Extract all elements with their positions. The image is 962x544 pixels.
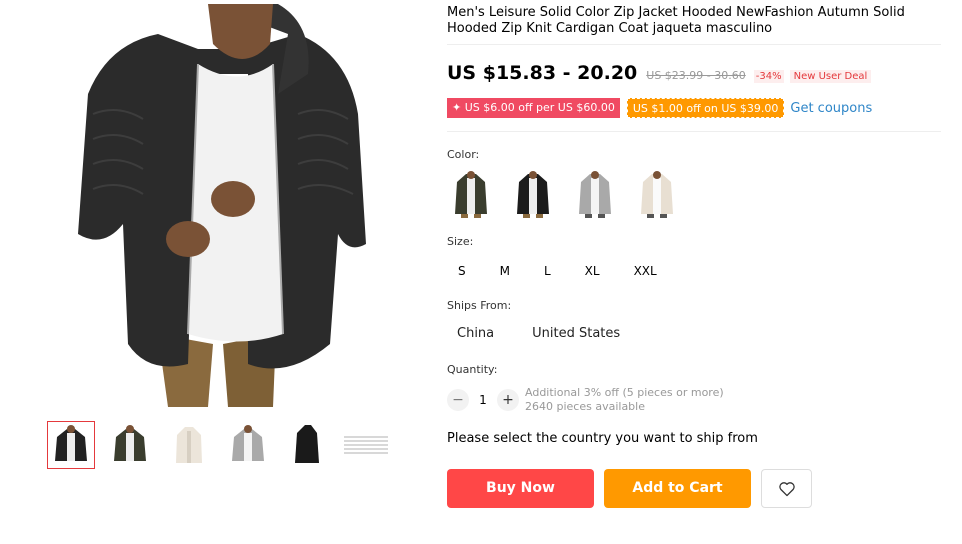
ships-from-options: China United States [447,323,648,345]
new-user-badge: New User Deal [789,70,872,83]
size-options: S M L XL XXL [447,259,680,281]
color-swatch-beige[interactable] [633,168,680,220]
get-coupons-link[interactable]: Get coupons [790,101,872,116]
original-price: US $23.99 - 30.60 [646,69,746,82]
thumbnail-size-chart[interactable] [342,421,390,469]
size-option-m[interactable]: M [489,259,521,281]
thumbnail-3[interactable] [165,421,213,469]
quantity-minus-button[interactable]: − [447,389,469,411]
quantity-input[interactable]: 1 [469,393,497,407]
wishlist-button[interactable] [761,469,812,508]
size-option-s[interactable]: S [447,259,477,281]
bulk-discount-note: Additional 3% off (5 pieces or more) [525,386,724,399]
ship-option-china[interactable]: China [447,323,504,345]
thumbnail-strip [47,421,390,469]
ships-from-label: Ships From: [447,299,512,312]
quantity-info: Additional 3% off (5 pieces or more) 264… [525,386,724,414]
ship-option-united-states[interactable]: United States [522,323,630,345]
main-product-image[interactable] [48,4,388,407]
size-label: Size: [447,235,474,248]
color-swatch-black[interactable] [509,168,556,220]
quantity-label: Quantity: [447,363,498,376]
color-swatches [447,168,680,220]
quantity-stepper: − 1 + Additional 3% off (5 pieces or mor… [447,386,724,414]
action-buttons: Buy Now Add to Cart [447,469,812,508]
quantity-plus-button[interactable]: + [497,389,519,411]
thumbnail-5[interactable] [283,421,331,469]
product-title: Men's Leisure Solid Color Zip Jacket Hoo… [447,5,905,36]
buy-now-button[interactable]: Buy Now [447,469,594,508]
current-price: US $15.83 - 20.20 [447,62,638,84]
thumbnail-4[interactable] [224,421,272,469]
color-label: Color: [447,148,480,161]
divider [447,131,941,132]
seller-coupon[interactable]: US $1.00 off on US $39.00 [626,98,785,118]
color-swatch-light-gray[interactable] [571,168,618,220]
price-row: US $15.83 - 20.20 US $23.99 - 30.60 -34%… [447,62,872,84]
size-option-xl[interactable]: XL [574,259,611,281]
add-to-cart-button[interactable]: Add to Cart [604,469,751,508]
size-option-l[interactable]: L [533,259,562,281]
ship-country-note: Please select the country you want to sh… [447,431,758,446]
divider [447,44,941,45]
store-coupon[interactable]: ✦ US $6.00 off per US $60.00 [447,98,620,118]
color-swatch-dark-green[interactable] [447,168,494,220]
heart-icon [778,481,795,496]
thumbnail-1[interactable] [47,421,95,469]
stock-available: 2640 pieces available [525,400,645,413]
discount-badge: -34% [753,70,784,83]
coupon-row: ✦ US $6.00 off per US $60.00 US $1.00 of… [447,98,872,118]
size-option-xxl[interactable]: XXL [623,259,668,281]
thumbnail-2[interactable] [106,421,154,469]
